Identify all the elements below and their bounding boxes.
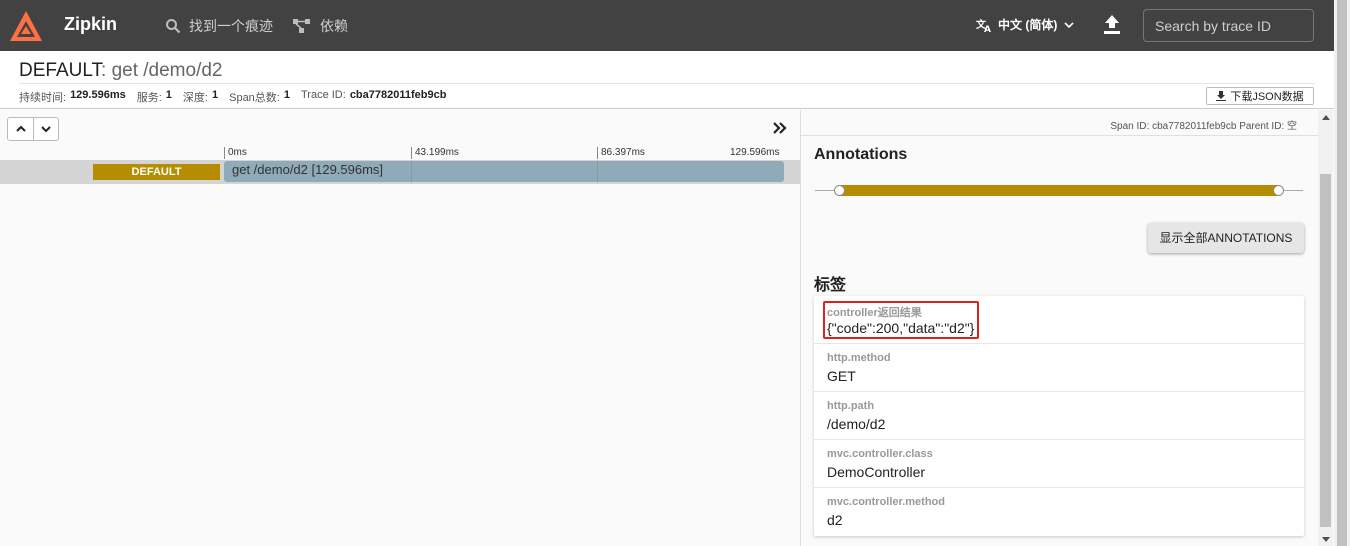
trace-service-name: DEFAULT	[19, 60, 102, 81]
next-span-button[interactable]	[33, 118, 58, 140]
page-scrollbar[interactable]	[1334, 0, 1350, 546]
tag-row: mvc.controller.class DemoController	[814, 440, 1304, 488]
tag-value: DemoController	[827, 464, 926, 480]
nav-find-trace-label: 找到一个痕迹	[189, 18, 273, 34]
chevron-down-icon	[41, 126, 51, 133]
chevron-down-icon	[1064, 21, 1074, 28]
tags-list: controller返回结果 {"code":200,"data":"d2"} …	[814, 296, 1304, 536]
download-json-button[interactable]: 下载JSON数据	[1206, 87, 1314, 105]
span-duration-bar[interactable]: get /demo/d2 [129.596ms]	[224, 161, 784, 182]
duration-value: 129.596ms	[70, 89, 126, 101]
annotation-end-marker[interactable]	[1273, 185, 1284, 196]
scroll-up-arrow-icon[interactable]	[1322, 115, 1330, 120]
prev-span-button[interactable]	[8, 118, 33, 140]
detail-scrollbar-thumb[interactable]	[1320, 174, 1331, 527]
timeline-gridline	[411, 160, 412, 184]
timeline-gridline	[597, 160, 598, 184]
span-count-label: Span总数:	[229, 92, 280, 104]
page-scrollbar-thumb[interactable]	[1337, 0, 1347, 546]
annotations-heading: Annotations	[814, 146, 908, 163]
trace-id-search-input[interactable]	[1143, 9, 1314, 42]
service-badge: DEFAULT	[93, 164, 220, 180]
nav-dependencies-label: 依赖	[320, 18, 348, 34]
scroll-down-arrow-icon[interactable]	[1322, 537, 1330, 542]
trace-timeline: 0ms 43.199ms 86.397ms 129.596ms DEFAULT …	[0, 110, 800, 546]
tag-value: /demo/d2	[827, 416, 886, 432]
highlight-box	[823, 301, 979, 339]
brand-name[interactable]: Zipkin	[64, 14, 117, 35]
tag-row: mvc.controller.method d2	[814, 488, 1304, 536]
tag-key: http.method	[827, 352, 891, 364]
span-count-value: 1	[283, 89, 290, 101]
trace-id-label: Trace ID:	[300, 89, 346, 101]
span-ids: Span ID: cba7782011feb9cb Parent ID: 空	[801, 110, 1319, 136]
tag-key: mvc.controller.method	[827, 496, 945, 508]
tags-heading: 标签	[814, 277, 847, 294]
tag-key: http.path	[827, 400, 875, 412]
trace-title: DEFAULT: get /demo/d2	[19, 60, 222, 82]
services-label: 服务:	[136, 92, 162, 104]
span-nav-group	[7, 117, 59, 141]
tick-label: 43.199ms	[411, 147, 459, 159]
trace-id-value: cba7782011feb9cb	[349, 89, 447, 101]
zipkin-logo-icon[interactable]	[8, 9, 44, 43]
tag-key: mvc.controller.class	[827, 448, 933, 460]
timeline-controls	[0, 110, 800, 146]
show-all-annotations-button[interactable]: 显示全部ANNOTATIONS	[1148, 223, 1304, 253]
annotation-timeline-bar	[839, 185, 1279, 196]
trace-span-name: : get /demo/d2	[101, 60, 223, 81]
tag-value: GET	[827, 368, 856, 384]
detail-panel-scrollbar[interactable]	[1318, 110, 1333, 546]
annotation-start-marker[interactable]	[834, 185, 845, 196]
tag-row: controller返回结果 {"code":200,"data":"d2"}	[814, 296, 1304, 344]
trace-summary: 持续时间: 129.596ms 服务: 1 深度: 1 Span总数: 1 Trace …	[19, 89, 453, 105]
nav-find-trace[interactable]: 找到一个痕迹	[165, 16, 273, 36]
span-row[interactable]: DEFAULT get /demo/d2 [129.596ms]	[0, 160, 800, 184]
services-value: 1	[165, 89, 172, 101]
language-selector[interactable]: 文 A 中文 (简体)	[976, 16, 1075, 33]
tag-row: http.method GET	[814, 344, 1304, 392]
download-json-label: 下载JSON数据	[1230, 91, 1304, 103]
upload-icon[interactable]	[1102, 14, 1122, 36]
span-detail-panel: Span ID: cba7782011feb9cb Parent ID: 空 A…	[800, 110, 1319, 546]
tick-label: 86.397ms	[597, 147, 645, 159]
double-chevron-right-icon[interactable]	[771, 120, 789, 136]
top-navbar: Zipkin 找到一个痕迹 依赖 文 A 中文 (简体)	[0, 0, 1334, 51]
search-icon	[166, 19, 181, 34]
svg-text:A: A	[984, 25, 991, 33]
depth-label: 深度:	[182, 92, 208, 104]
duration-label: 持续时间:	[19, 92, 67, 104]
dependencies-icon	[293, 19, 310, 33]
language-label: 中文 (简体)	[998, 18, 1058, 32]
nav-dependencies[interactable]: 依赖	[292, 16, 348, 36]
timeline-ticks: 0ms 43.199ms 86.397ms 129.596ms	[224, 147, 800, 159]
translate-icon: 文 A	[976, 18, 991, 33]
tick-label: 129.596ms	[730, 147, 780, 158]
trace-header-divider	[19, 83, 1315, 84]
tag-row: http.path /demo/d2	[814, 392, 1304, 440]
trace-header: DEFAULT: get /demo/d2 持续时间: 129.596ms 服务:…	[0, 51, 1334, 109]
tick-label: 0ms	[224, 147, 247, 159]
tag-value: d2	[827, 512, 843, 528]
download-icon	[1216, 91, 1227, 101]
chevron-up-icon	[15, 125, 26, 132]
depth-value: 1	[211, 89, 219, 101]
